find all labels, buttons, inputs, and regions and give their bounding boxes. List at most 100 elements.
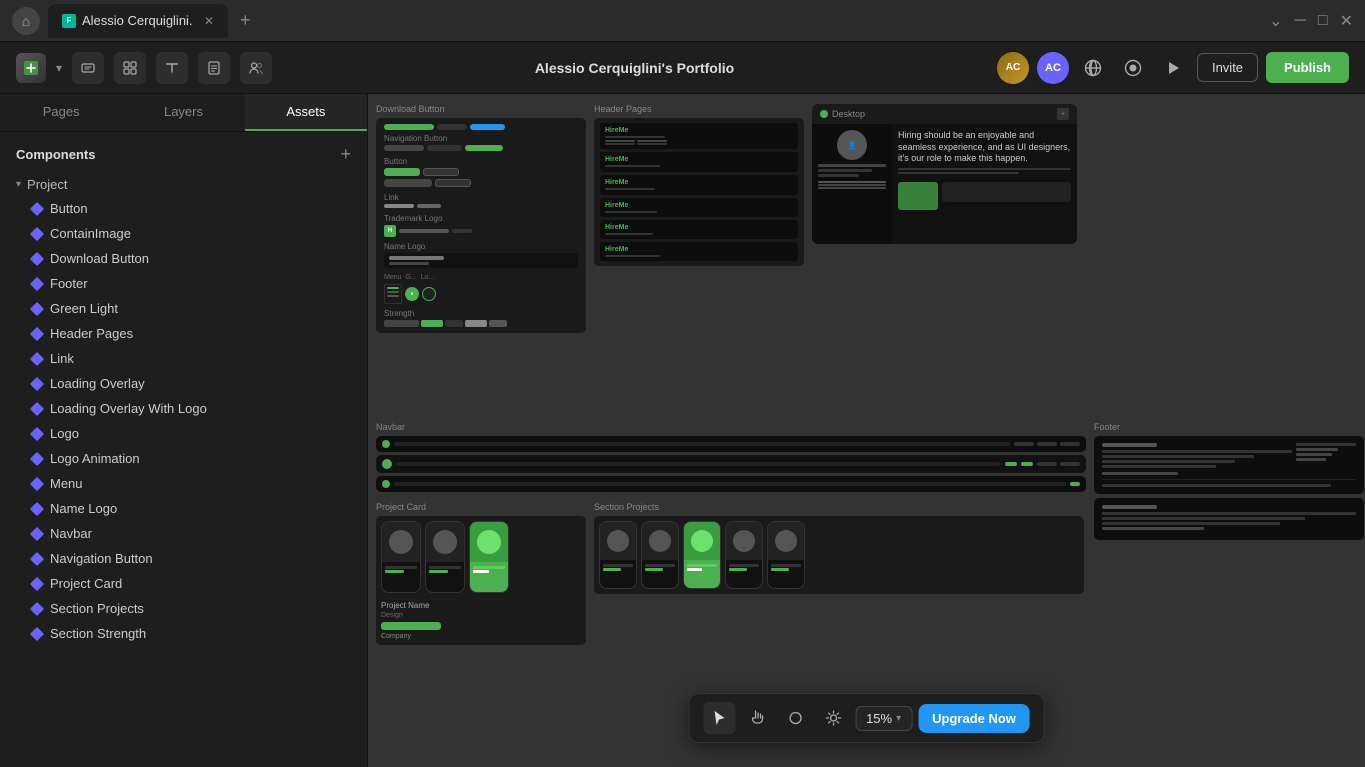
component-label: Loading Overlay — [50, 376, 145, 391]
component-label: Section Strength — [50, 626, 146, 641]
component-label: Green Light — [50, 301, 118, 316]
user-initials-badge[interactable]: AC — [1037, 52, 1069, 84]
component-item-navigation-button[interactable]: Navigation Button — [8, 546, 359, 571]
component-label: ContainImage — [50, 226, 131, 241]
component-item-menu[interactable]: Menu — [8, 471, 359, 496]
record-button[interactable] — [1117, 52, 1149, 84]
component-item-loading-overlay-logo[interactable]: Loading Overlay With Logo — [8, 396, 359, 421]
project-group-header[interactable]: ▾ Project — [8, 173, 359, 196]
phone-mock-3 — [469, 521, 509, 593]
canvas-area[interactable]: Download Button Navigation Button — [368, 94, 1365, 767]
component-label: Loading Overlay With Logo — [50, 401, 207, 416]
component-label: Logo — [50, 426, 79, 441]
assets-tab[interactable]: Assets — [245, 94, 367, 131]
layers-tab[interactable]: Layers — [122, 94, 244, 131]
component-label: Name Logo — [50, 501, 117, 516]
section-phone-3 — [683, 521, 721, 589]
component-diamond-icon — [30, 476, 44, 490]
section-phone-4 — [725, 521, 763, 589]
component-item-navbar[interactable]: Navbar — [8, 521, 359, 546]
component-diamond-icon — [30, 226, 44, 240]
tab-title: Alessio Cerquiglini. — [82, 13, 193, 28]
toolbar-document-button[interactable] — [198, 52, 230, 84]
avatar-initials: AC — [1006, 62, 1020, 73]
component-diamond-icon — [30, 326, 44, 340]
browser-close-button[interactable]: ✕ — [1340, 11, 1353, 31]
component-label: Section Projects — [50, 601, 144, 616]
section-title: Components — [16, 147, 95, 162]
component-label: Menu — [50, 476, 83, 491]
component-diamond-icon — [30, 551, 44, 565]
component-diamond-icon — [30, 351, 44, 365]
component-label: Link — [50, 351, 74, 366]
toolbar-people-button[interactable] — [240, 52, 272, 84]
left-panel: Pages Layers Assets Components + ▾ Proje… — [0, 94, 368, 767]
component-item-link[interactable]: Link — [8, 346, 359, 371]
component-diamond-icon — [30, 201, 44, 215]
component-item-footer[interactable]: Footer — [8, 271, 359, 296]
component-item-logo-animation[interactable]: Logo Animation — [8, 446, 359, 471]
component-label: Navigation Button — [50, 551, 153, 566]
component-item-download-button[interactable]: Download Button — [8, 246, 359, 271]
component-item-green-light[interactable]: Green Light — [8, 296, 359, 321]
app-toolbar: ▾ Alessio Cerquiglini's P — [0, 42, 1365, 94]
component-diamond-icon — [30, 576, 44, 590]
project-card-label: Project Card — [376, 502, 586, 512]
toolbar-chevron-icon[interactable]: ▾ — [56, 61, 62, 75]
cursor-tool-button[interactable] — [703, 702, 735, 734]
desktop-label: Desktop — [832, 109, 865, 119]
invite-button[interactable]: Invite — [1197, 53, 1258, 82]
canvas-background: Download Button Navigation Button — [368, 94, 1365, 767]
app-logo[interactable] — [16, 53, 46, 83]
component-label: Footer — [50, 276, 88, 291]
component-diamond-icon — [30, 276, 44, 290]
browser-chrome: ⌂ F Alessio Cerquiglini. ✕ + ⌄ ─ □ ✕ — [0, 0, 1365, 42]
component-diamond-icon — [30, 251, 44, 265]
component-diamond-icon — [30, 376, 44, 390]
phone-mock-1 — [381, 521, 421, 593]
component-item-loading-overlay[interactable]: Loading Overlay — [8, 371, 359, 396]
browser-collapse-button[interactable]: ⌄ — [1269, 11, 1282, 31]
component-item-section-strength[interactable]: Section Strength — [8, 621, 359, 646]
component-diamond-icon — [30, 601, 44, 615]
section-phone-1 — [599, 521, 637, 589]
project-title: Alessio Cerquiglini's Portfolio — [282, 60, 987, 76]
component-item-button[interactable]: Button — [8, 196, 359, 221]
avatar[interactable]: AC — [997, 52, 1029, 84]
upgrade-button[interactable]: Upgrade Now — [918, 704, 1030, 733]
browser-tab[interactable]: F Alessio Cerquiglini. ✕ — [48, 4, 228, 38]
add-component-button[interactable]: + — [340, 144, 351, 165]
publish-button[interactable]: Publish — [1266, 52, 1349, 83]
zoom-control[interactable]: 15% ▾ — [855, 706, 912, 731]
navbar-label: Navbar — [376, 422, 1086, 432]
toolbar-grid-button[interactable] — [114, 52, 146, 84]
home-button[interactable]: ⌂ — [12, 7, 40, 35]
header-pages-label: Header Pages — [594, 104, 804, 114]
circle-tool-button[interactable] — [779, 702, 811, 734]
component-item-header-pages[interactable]: Header Pages — [8, 321, 359, 346]
component-item-logo[interactable]: Logo — [8, 421, 359, 446]
section-phone-2 — [641, 521, 679, 589]
group-arrow-icon: ▾ — [16, 179, 21, 190]
pages-tab[interactable]: Pages — [0, 94, 122, 131]
browser-maximize-button[interactable]: □ — [1318, 12, 1328, 30]
toolbar-add-button[interactable] — [72, 52, 104, 84]
component-label: Header Pages — [50, 326, 133, 341]
component-item-contain-image[interactable]: ContainImage — [8, 221, 359, 246]
play-button[interactable] — [1157, 52, 1189, 84]
hand-tool-button[interactable] — [741, 702, 773, 734]
globe-button[interactable] — [1077, 52, 1109, 84]
browser-minimize-button[interactable]: ─ — [1295, 12, 1306, 30]
component-item-name-logo[interactable]: Name Logo — [8, 496, 359, 521]
component-label: Button — [50, 201, 88, 216]
toolbar-text-button[interactable] — [156, 52, 188, 84]
new-tab-button[interactable]: + — [236, 6, 255, 35]
zoom-chevron-icon: ▾ — [896, 713, 901, 724]
component-item-project-card[interactable]: Project Card — [8, 571, 359, 596]
brightness-tool-button[interactable] — [817, 702, 849, 734]
tab-close-button[interactable]: ✕ — [204, 14, 214, 28]
component-item-section-projects[interactable]: Section Projects — [8, 596, 359, 621]
canvas-bottom-toolbar: 15% ▾ Upgrade Now — [688, 693, 1045, 743]
download-button-label: Download Button — [376, 104, 586, 114]
panel-tabs: Pages Layers Assets — [0, 94, 367, 132]
